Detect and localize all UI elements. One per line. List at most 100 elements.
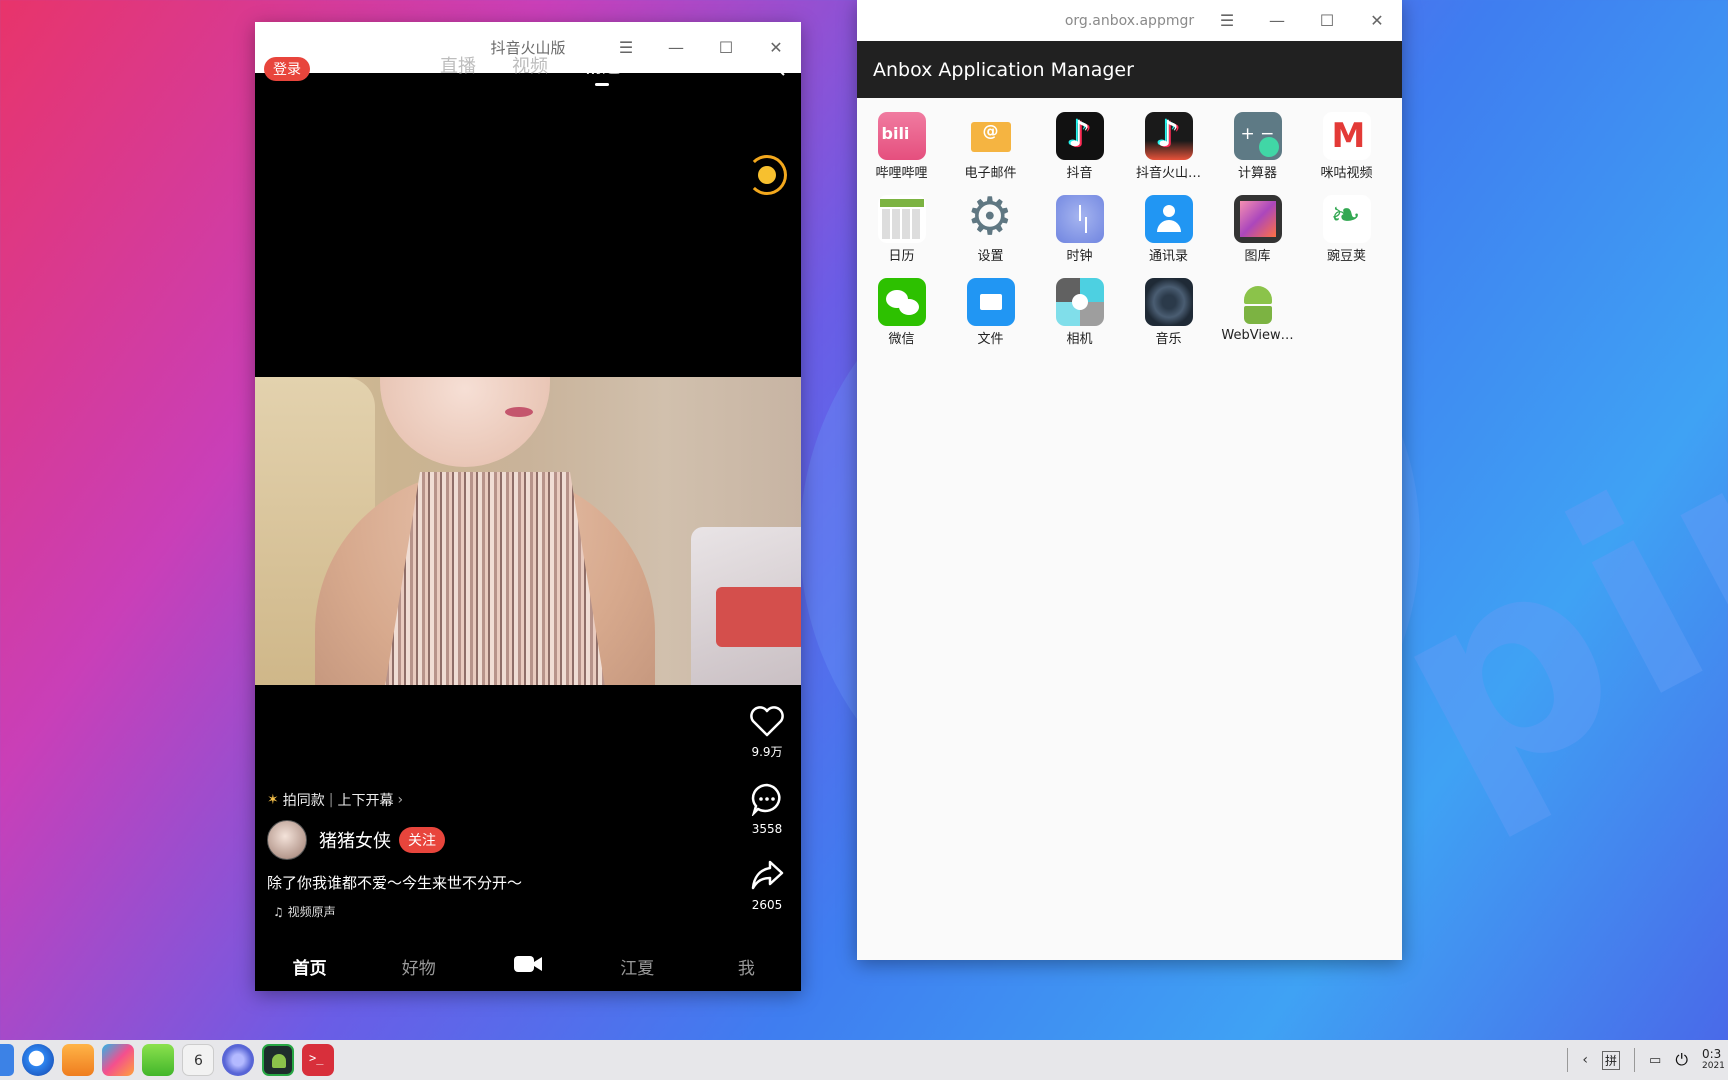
app-douyin[interactable]: 抖音	[1035, 112, 1124, 181]
migu-video-icon	[1322, 112, 1371, 160]
tab-video[interactable]: 视频	[512, 52, 548, 78]
system-tray: ‹ 拼 ▭ ⏻ 0:3 2021/	[1567, 1040, 1728, 1080]
nav-local[interactable]: 江夏	[583, 954, 692, 979]
clock-time: 0:3	[1702, 1048, 1722, 1062]
anbox-icon[interactable]	[262, 1044, 294, 1076]
chevron-right-icon: ›	[397, 792, 404, 808]
music-note-icon: ♫	[273, 905, 284, 919]
minimize-button[interactable]: —	[1252, 12, 1302, 29]
app-calendar[interactable]: 日历	[857, 195, 946, 264]
music-player-icon[interactable]	[142, 1044, 174, 1076]
feed-info: ✶ 拍同款 | 上下开幕 › 猪猪女侠 关注 除了你我谁都不爱～今生来世不分开～…	[267, 790, 707, 920]
browser-icon[interactable]	[22, 1044, 54, 1076]
launcher-icon[interactable]	[0, 1044, 14, 1076]
author-name[interactable]: 猪猪女侠	[319, 827, 391, 853]
comment-icon	[751, 783, 781, 818]
like-button[interactable]: 9.9万	[747, 705, 787, 760]
input-method-indicator[interactable]: 拼	[1602, 1050, 1621, 1070]
nav-me[interactable]: 我	[692, 954, 801, 979]
avatar[interactable]	[267, 820, 307, 860]
heart-icon	[750, 706, 784, 737]
files-icon	[966, 278, 1015, 326]
app-email[interactable]: 电子邮件	[946, 112, 1035, 181]
app-settings[interactable]: 设置	[946, 195, 1035, 264]
taskbar: ‹ 拼 ▭ ⏻ 0:3 2021/	[0, 1040, 1728, 1080]
wallpaper-logo: pin	[1345, 340, 1728, 855]
comment-count: 3558	[751, 822, 783, 836]
webview-icon	[1234, 278, 1282, 326]
douyin-window: 抖音火山版 ☰ — ☐ ✕ 登录 直播 视频 精选 9.9万 3558 2605…	[255, 22, 801, 991]
maximize-button[interactable]: ☐	[1302, 12, 1352, 29]
contacts-icon	[1144, 195, 1193, 243]
login-button[interactable]: 登录	[264, 57, 310, 81]
anbox-window: org.anbox.appmgr ☰ — ☐ ✕ Anbox Applicati…	[857, 0, 1402, 960]
share-count: 2605	[751, 898, 783, 912]
clock[interactable]: 0:3 2021/	[1702, 1048, 1724, 1071]
app-wechat[interactable]: 微信	[857, 278, 946, 347]
video-frame[interactable]	[255, 377, 801, 685]
wechat-icon	[877, 278, 926, 326]
app-calculator[interactable]: 计算器	[1213, 112, 1302, 181]
like-count: 9.9万	[751, 745, 783, 759]
menu-icon[interactable]: ☰	[1202, 12, 1252, 29]
chevron-left-icon[interactable]: ‹	[1582, 1052, 1588, 1068]
tab-featured[interactable]: 精选	[584, 52, 620, 78]
app-files[interactable]: 文件	[946, 278, 1035, 347]
pai-tongkuan[interactable]: ✶ 拍同款 | 上下开幕 ›	[267, 790, 707, 810]
bottom-nav: 首页 好物 江夏 我	[255, 942, 801, 991]
app-migu-video[interactable]: 咪咕视频	[1302, 112, 1391, 181]
terminal-icon[interactable]	[302, 1044, 334, 1076]
power-icon[interactable]: ⏻	[1675, 1050, 1688, 1070]
share-button[interactable]: 2605	[747, 858, 787, 912]
nav-home[interactable]: 首页	[255, 954, 364, 979]
maximize-button[interactable]: ☐	[701, 39, 751, 56]
window-title: org.anbox.appmgr	[1064, 12, 1195, 29]
calendar-icon[interactable]	[182, 1044, 214, 1076]
clock-date: 2021/	[1702, 1060, 1724, 1071]
camera-icon	[1055, 278, 1104, 326]
keyboard-icon[interactable]: ▭	[1649, 1053, 1661, 1068]
calendar-icon	[877, 195, 926, 243]
app-store-icon[interactable]	[62, 1044, 94, 1076]
tiktok-icon	[1055, 112, 1104, 160]
close-button[interactable]: ✕	[1352, 12, 1402, 29]
app-music[interactable]: 音乐	[1124, 278, 1213, 347]
music-icon	[1144, 278, 1193, 326]
comment-button[interactable]: 3558	[747, 782, 787, 836]
share-icon	[751, 860, 784, 890]
side-actions: 9.9万 3558 2605	[747, 705, 787, 934]
app-header: Anbox Application Manager	[857, 41, 1402, 98]
clock-icon	[1055, 195, 1104, 243]
calculator-icon	[1233, 112, 1282, 160]
coin-reward-icon[interactable]	[747, 155, 787, 195]
tiktok-volcano-icon	[1144, 112, 1193, 160]
wandoujia-icon	[1322, 195, 1371, 243]
top-tabs: 直播 视频 精选	[440, 52, 620, 78]
pai-effect: 上下开幕	[337, 793, 394, 809]
bilibili-icon	[877, 112, 926, 160]
sparkle-icon: ✶	[267, 792, 279, 808]
nav-goods[interactable]: 好物	[364, 954, 473, 979]
follow-button[interactable]: 关注	[399, 827, 445, 853]
app-webview[interactable]: WebView…	[1213, 278, 1302, 347]
app-grid: 哔哩哔哩 电子邮件 抖音 抖音火山… 计算器 咪咕视频 日历 设置 时钟 通讯录…	[857, 98, 1402, 347]
app-douyin-volcano[interactable]: 抖音火山…	[1124, 112, 1213, 181]
tab-live[interactable]: 直播	[440, 52, 476, 78]
nav-record[interactable]	[473, 954, 582, 979]
system-settings-icon[interactable]	[222, 1044, 254, 1076]
gallery-icon	[1233, 195, 1282, 243]
app-clock[interactable]: 时钟	[1035, 195, 1124, 264]
search-icon[interactable]	[763, 54, 787, 78]
video-caption: 除了你我谁都不爱～今生来世不分开～	[267, 874, 523, 892]
email-icon	[966, 112, 1015, 160]
app-gallery[interactable]: 图库	[1213, 195, 1302, 264]
image-viewer-icon[interactable]	[102, 1044, 134, 1076]
app-camera[interactable]: 相机	[1035, 278, 1124, 347]
minimize-button[interactable]: —	[651, 39, 701, 56]
music-info[interactable]: ♫ 视频原声	[273, 903, 707, 920]
app-bilibili[interactable]: 哔哩哔哩	[857, 112, 946, 181]
app-contacts[interactable]: 通讯录	[1124, 195, 1213, 264]
app-wandoujia[interactable]: 豌豆荚	[1302, 195, 1391, 264]
video-camera-icon	[514, 956, 542, 972]
anbox-titlebar[interactable]: org.anbox.appmgr ☰ — ☐ ✕	[857, 0, 1402, 41]
